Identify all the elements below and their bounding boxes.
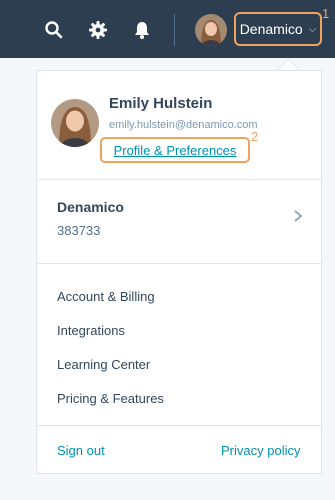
menu-item-account-billing[interactable]: Account & Billing: [57, 289, 155, 304]
portal-id: 383733: [57, 223, 101, 238]
section-divider: [37, 425, 321, 426]
account-menu-button[interactable]: Denamico ⌵: [234, 12, 322, 46]
menu-item-pricing-features[interactable]: Pricing & Features: [57, 391, 164, 406]
callout-number-1: 1: [322, 6, 330, 21]
user-avatar-large: [51, 99, 99, 147]
profile-preferences-link[interactable]: Profile & Preferences: [100, 137, 250, 163]
top-navigation-bar: Denamico ⌵ 1: [0, 0, 335, 58]
user-name: Emily Hulstein: [109, 95, 213, 112]
chevron-right-icon: [294, 210, 303, 222]
user-avatar-small[interactable]: [195, 14, 227, 46]
user-email: emily.hulstein@denamico.com: [109, 119, 258, 131]
account-name-label: Denamico: [239, 21, 303, 37]
sign-out-link[interactable]: Sign out: [57, 443, 105, 458]
portal-name: Denamico: [57, 199, 124, 215]
gear-icon[interactable]: [88, 20, 108, 40]
toolbar-divider: [174, 14, 175, 46]
chevron-down-icon: ⌵: [308, 23, 317, 35]
section-divider: [37, 263, 321, 264]
callout-number-2: 2: [251, 129, 259, 144]
privacy-policy-link[interactable]: Privacy policy: [221, 443, 300, 458]
menu-item-learning-center[interactable]: Learning Center: [57, 357, 150, 372]
account-dropdown-menu: Emily Hulstein emily.hulstein@denamico.c…: [36, 70, 322, 474]
section-divider: [37, 179, 321, 180]
search-icon[interactable]: [44, 20, 64, 40]
bell-icon[interactable]: [132, 20, 152, 40]
menu-item-integrations[interactable]: Integrations: [57, 323, 125, 338]
